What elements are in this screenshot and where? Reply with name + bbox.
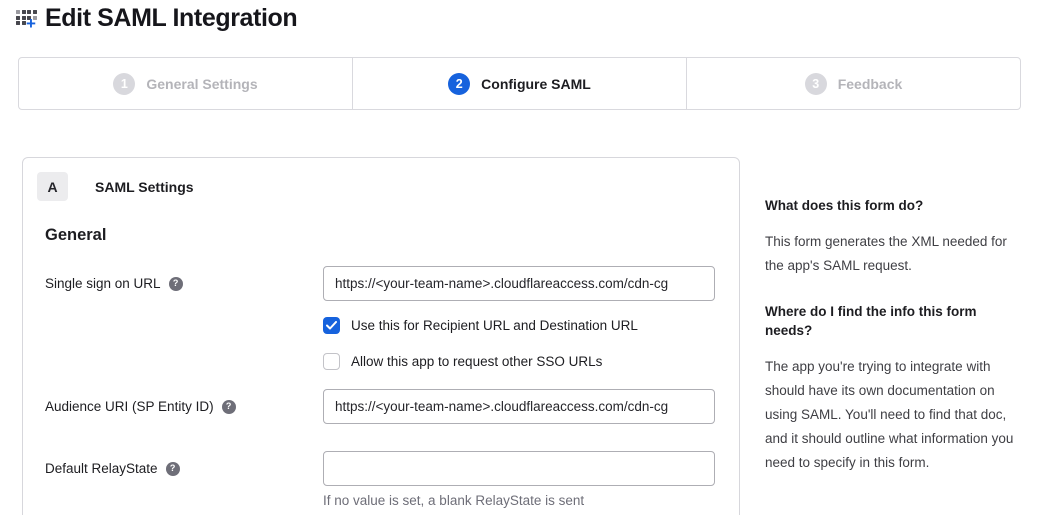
help-heading-what: What does this form do?	[765, 196, 1015, 215]
help-body-what: This form generates the XML needed for t…	[765, 230, 1015, 278]
checkbox-checked[interactable]	[323, 317, 340, 334]
step-label: Configure SAML	[481, 76, 591, 92]
page-title: Edit SAML Integration	[45, 4, 297, 33]
step-label: Feedback	[838, 76, 903, 92]
help-icon[interactable]	[166, 462, 180, 476]
help-body-where: The app you're trying to integrate with …	[765, 355, 1015, 475]
audience-uri-label: Audience URI (SP Entity ID)	[45, 399, 214, 414]
saml-settings-panel: A SAML Settings General Single sign on U…	[22, 157, 740, 515]
field-control-group: If no value is set, a blank RelayState i…	[323, 451, 715, 508]
field-label-group: Single sign on URL	[45, 266, 323, 291]
step-general-settings[interactable]: 1 General Settings	[19, 58, 352, 109]
field-row-audience-uri: Audience URI (SP Entity ID)	[45, 389, 715, 424]
field-control-group: Use this for Recipient URL and Destinati…	[323, 266, 715, 373]
section-header: A SAML Settings	[37, 172, 194, 201]
relay-state-input[interactable]	[323, 451, 715, 486]
wizard-stepper: 1 General Settings 2 Configure SAML 3 Fe…	[18, 57, 1021, 110]
help-icon[interactable]	[169, 277, 183, 291]
section-title: SAML Settings	[95, 179, 194, 195]
field-row-sso-url: Single sign on URL Use this for Recipien…	[45, 266, 715, 373]
audience-uri-input[interactable]	[323, 389, 715, 424]
field-control-group	[323, 389, 715, 424]
check-icon	[326, 321, 337, 330]
sso-url-label: Single sign on URL	[45, 276, 161, 291]
plus-icon: +	[26, 15, 36, 32]
step-number-badge: 2	[448, 73, 470, 95]
help-icon[interactable]	[222, 400, 236, 414]
field-label-group: Default RelayState	[45, 451, 323, 476]
help-sidebar: What does this form do? This form genera…	[765, 196, 1015, 499]
group-heading-general: General	[45, 226, 106, 245]
checkbox-row-recipient-url[interactable]: Use this for Recipient URL and Destinati…	[323, 313, 715, 337]
field-label-group: Audience URI (SP Entity ID)	[45, 389, 323, 414]
step-label: General Settings	[146, 76, 257, 92]
step-number-badge: 1	[113, 73, 135, 95]
field-row-relay-state: Default RelayState If no value is set, a…	[45, 451, 715, 508]
checkbox-label: Allow this app to request other SSO URLs	[351, 354, 602, 369]
step-feedback[interactable]: 3 Feedback	[686, 58, 1020, 109]
relay-state-label: Default RelayState	[45, 461, 158, 476]
checkbox-label: Use this for Recipient URL and Destinati…	[351, 318, 638, 333]
section-badge: A	[37, 172, 68, 201]
step-configure-saml[interactable]: 2 Configure SAML	[352, 58, 686, 109]
page-header: + Edit SAML Integration	[15, 4, 297, 33]
sso-url-input[interactable]	[323, 266, 715, 301]
checkbox-unchecked[interactable]	[323, 353, 340, 370]
help-heading-where: Where do I find the info this form needs…	[765, 302, 1015, 340]
app-grid-plus-icon: +	[15, 5, 42, 32]
edit-saml-integration-page: + Edit SAML Integration 1 General Settin…	[0, 0, 1063, 515]
checkbox-row-other-sso-urls[interactable]: Allow this app to request other SSO URLs	[323, 349, 715, 373]
step-number-badge: 3	[805, 73, 827, 95]
relay-state-helper-text: If no value is set, a blank RelayState i…	[323, 493, 715, 508]
